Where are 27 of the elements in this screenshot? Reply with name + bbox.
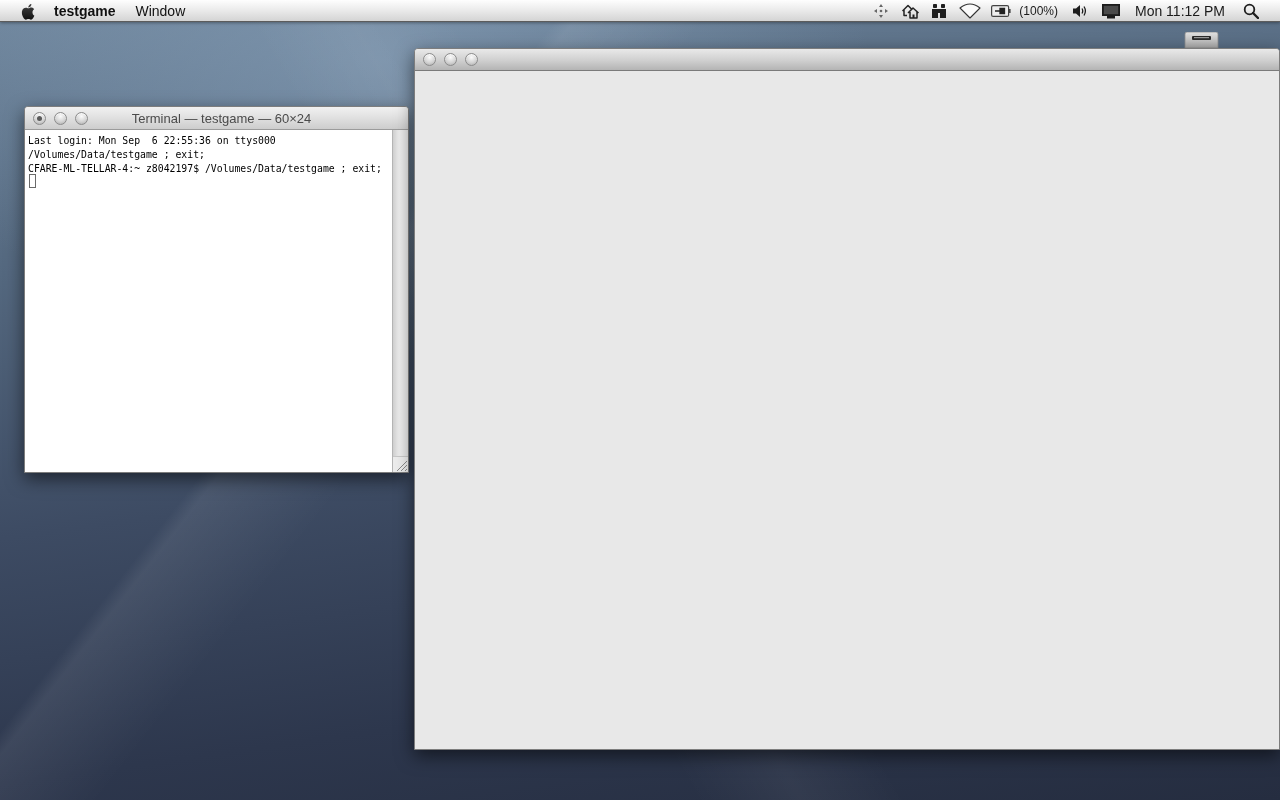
cursor-icon bbox=[29, 174, 36, 188]
apple-icon[interactable] bbox=[20, 1, 36, 20]
zoom-button[interactable] bbox=[75, 111, 88, 125]
minimize-button[interactable] bbox=[444, 53, 457, 66]
window-title: Terminal — testgame — 60×24 bbox=[130, 110, 312, 126]
terminal-line: CFARE-ML-TELLAR-4:~ z8042197$ /Volumes/Data/testgame ; exit; bbox=[28, 162, 382, 176]
close-button[interactable] bbox=[33, 111, 46, 125]
wifi-icon[interactable] bbox=[959, 2, 982, 19]
hard-drive-icon[interactable] bbox=[1183, 32, 1220, 48]
resize-handle-icon[interactable] bbox=[393, 456, 408, 472]
display-icon[interactable] bbox=[1101, 2, 1121, 19]
menu-bar-clock[interactable]: Mon 11:12 PM bbox=[1135, 0, 1225, 22]
menu-title[interactable]: Window bbox=[135, 0, 186, 22]
houses-icon[interactable] bbox=[901, 2, 921, 19]
battery-icon[interactable] bbox=[991, 4, 1012, 17]
volume-icon[interactable] bbox=[1072, 3, 1087, 18]
battery-percentage[interactable]: (100%) bbox=[1019, 0, 1058, 22]
binoculars-icon[interactable] bbox=[931, 2, 948, 19]
app-menu[interactable]: testgame bbox=[54, 0, 116, 22]
terminal-line: Last login: Mon Sep 6 22:55:36 on ttys000 bbox=[28, 134, 276, 148]
move-arrows-icon[interactable] bbox=[873, 2, 890, 19]
zoom-button[interactable] bbox=[465, 53, 478, 66]
minimize-button[interactable] bbox=[54, 111, 67, 125]
search-icon[interactable] bbox=[1243, 2, 1259, 19]
scrollbar[interactable] bbox=[392, 130, 408, 472]
close-button[interactable] bbox=[423, 53, 436, 66]
terminal-line: /Volumes/Data/testgame ; exit; bbox=[28, 148, 205, 162]
